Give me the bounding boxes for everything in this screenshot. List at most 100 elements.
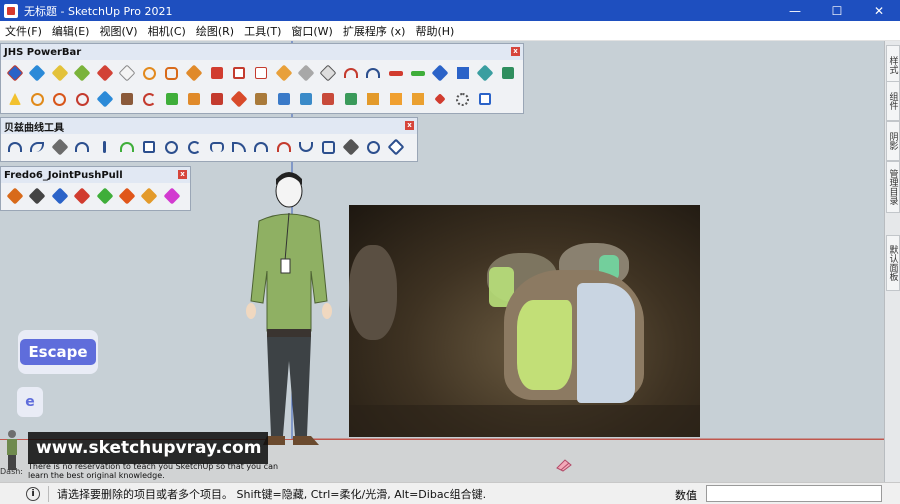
bezier-arc-green-icon[interactable]	[116, 136, 138, 158]
menu-view[interactable]: 视图(V)	[94, 23, 142, 39]
component-icon[interactable]	[161, 88, 183, 110]
menu-tools[interactable]: 工具(T)	[239, 23, 286, 39]
bezier-circle-icon[interactable]	[362, 136, 384, 158]
fredo6-jointpushpull-toolbar[interactable]: Fredo6_JointPushPull x	[0, 166, 191, 211]
bezier-curve-toolbar[interactable]: 贝兹曲线工具 x	[0, 117, 418, 162]
tray-tab-styles[interactable]: 样式	[886, 45, 900, 85]
curve-blue-icon[interactable]	[362, 62, 384, 84]
scale-figure-person[interactable]	[245, 171, 335, 451]
twist-icon[interactable]	[183, 62, 205, 84]
cube-red-blue-icon[interactable]	[4, 62, 26, 84]
bezier-i-icon[interactable]	[94, 136, 116, 158]
bezier-spiral-icon[interactable]	[161, 136, 183, 158]
dotted-circle-icon[interactable]	[452, 88, 474, 110]
grid-blue-2-icon[interactable]	[295, 88, 317, 110]
rotate-orange-icon[interactable]	[138, 62, 160, 84]
bezier-polygon-icon[interactable]	[317, 136, 339, 158]
loop-red-icon[interactable]	[71, 88, 93, 110]
bezier-square-icon[interactable]	[138, 136, 160, 158]
grid-blue-icon[interactable]	[273, 88, 295, 110]
menu-draw[interactable]: 绘图(R)	[191, 23, 239, 39]
extrude-red-icon[interactable]	[71, 185, 93, 207]
plane-yellow-icon[interactable]	[49, 62, 71, 84]
grid-dots-icon[interactable]	[452, 62, 474, 84]
plane-red-icon[interactable]	[94, 62, 116, 84]
extrude-green-icon[interactable]	[94, 185, 116, 207]
toolbar-header[interactable]: JHS PowerBar x	[1, 44, 523, 60]
brush-icon[interactable]	[317, 62, 339, 84]
undo-icon[interactable]	[138, 88, 160, 110]
tile-grid-icon[interactable]	[385, 88, 407, 110]
cone-icon[interactable]	[474, 62, 496, 84]
tile-orange-icon[interactable]	[362, 88, 384, 110]
bezier-arc-icon[interactable]	[250, 136, 272, 158]
reference-photo[interactable]	[349, 205, 700, 437]
toolbar-close-button[interactable]: x	[405, 121, 414, 130]
flag-icon[interactable]	[250, 62, 272, 84]
curve-red-icon[interactable]	[340, 62, 362, 84]
grid-green-icon[interactable]	[340, 88, 362, 110]
tray-tab-shadows[interactable]: 阴影	[886, 121, 900, 161]
x-blue-icon[interactable]	[429, 62, 451, 84]
menu-camera[interactable]: 相机(C)	[143, 23, 191, 39]
bucket-icon[interactable]	[116, 88, 138, 110]
bezier-n-icon[interactable]	[71, 136, 93, 158]
bezier-leaf-icon[interactable]	[385, 136, 407, 158]
warning-icon[interactable]	[4, 88, 26, 110]
align-icon[interactable]	[497, 62, 519, 84]
measurements-input[interactable]	[706, 485, 882, 502]
joint-pushpull-icon[interactable]	[4, 185, 26, 207]
scatter-icon[interactable]	[429, 88, 451, 110]
vector-pushpull-icon[interactable]	[26, 185, 48, 207]
tray-tab-default-tray[interactable]: 默认面板	[886, 235, 900, 291]
bezier-brush-icon[interactable]	[49, 136, 71, 158]
menu-edit[interactable]: 编辑(E)	[47, 23, 95, 39]
frame-icon[interactable]	[228, 62, 250, 84]
paint-icon[interactable]	[228, 88, 250, 110]
plane-white-icon[interactable]	[116, 62, 138, 84]
loop-icon[interactable]	[26, 88, 48, 110]
menu-extensions[interactable]: 扩展程序 (x)	[338, 23, 411, 39]
toolbar-header[interactable]: 贝兹曲线工具 x	[1, 118, 417, 134]
bend-icon[interactable]	[273, 62, 295, 84]
close-button[interactable]: ✕	[858, 0, 900, 21]
pipe-icon[interactable]	[295, 62, 317, 84]
cube-blue-icon[interactable]	[26, 62, 48, 84]
tile-square-icon[interactable]	[407, 88, 429, 110]
plus-green-icon[interactable]	[407, 62, 429, 84]
info-icon[interactable]: i	[26, 486, 40, 501]
extrude-orange-icon[interactable]	[116, 185, 138, 207]
paste-icon[interactable]	[206, 88, 228, 110]
bezier-check-icon[interactable]	[295, 136, 317, 158]
loop-multi-icon[interactable]	[49, 88, 71, 110]
toolbar-close-button[interactable]: x	[178, 170, 187, 179]
bezier-wave-icon[interactable]	[26, 136, 48, 158]
extrude-magenta-icon[interactable]	[161, 185, 183, 207]
spiral-orange-icon[interactable]	[161, 62, 183, 84]
menu-help[interactable]: 帮助(H)	[410, 23, 459, 39]
minimize-button[interactable]: —	[774, 0, 816, 21]
grid-red-icon[interactable]	[317, 88, 339, 110]
toolbar-header[interactable]: Fredo6_JointPushPull x	[1, 167, 190, 183]
arrows-icon[interactable]	[94, 88, 116, 110]
bezier-zig-icon[interactable]	[206, 136, 228, 158]
bezier-arch-icon[interactable]	[4, 136, 26, 158]
tray-tab-components[interactable]: 组件	[886, 81, 900, 121]
plane-green-icon[interactable]	[71, 62, 93, 84]
extrude-amber-icon[interactable]	[138, 185, 160, 207]
fill-red-icon[interactable]	[206, 62, 228, 84]
frame-blue-icon[interactable]	[474, 88, 496, 110]
plus-red-icon[interactable]	[385, 62, 407, 84]
menu-window[interactable]: 窗口(W)	[286, 23, 337, 39]
jhs-powerbar-toolbar[interactable]: JHS PowerBar x	[0, 43, 524, 114]
menu-file[interactable]: 文件(F)	[0, 23, 47, 39]
bezier-c-icon[interactable]	[183, 136, 205, 158]
cubes-icon[interactable]	[250, 88, 272, 110]
toolbar-close-button[interactable]: x	[511, 47, 520, 56]
bezier-arc-red-icon[interactable]	[273, 136, 295, 158]
normal-pushpull-icon[interactable]	[49, 185, 71, 207]
copy-icon[interactable]	[183, 88, 205, 110]
maximize-button[interactable]: ☐	[816, 0, 858, 21]
tray-tab-manage-trays[interactable]: 管理目录	[886, 161, 900, 213]
bezier-hook-icon[interactable]	[228, 136, 250, 158]
